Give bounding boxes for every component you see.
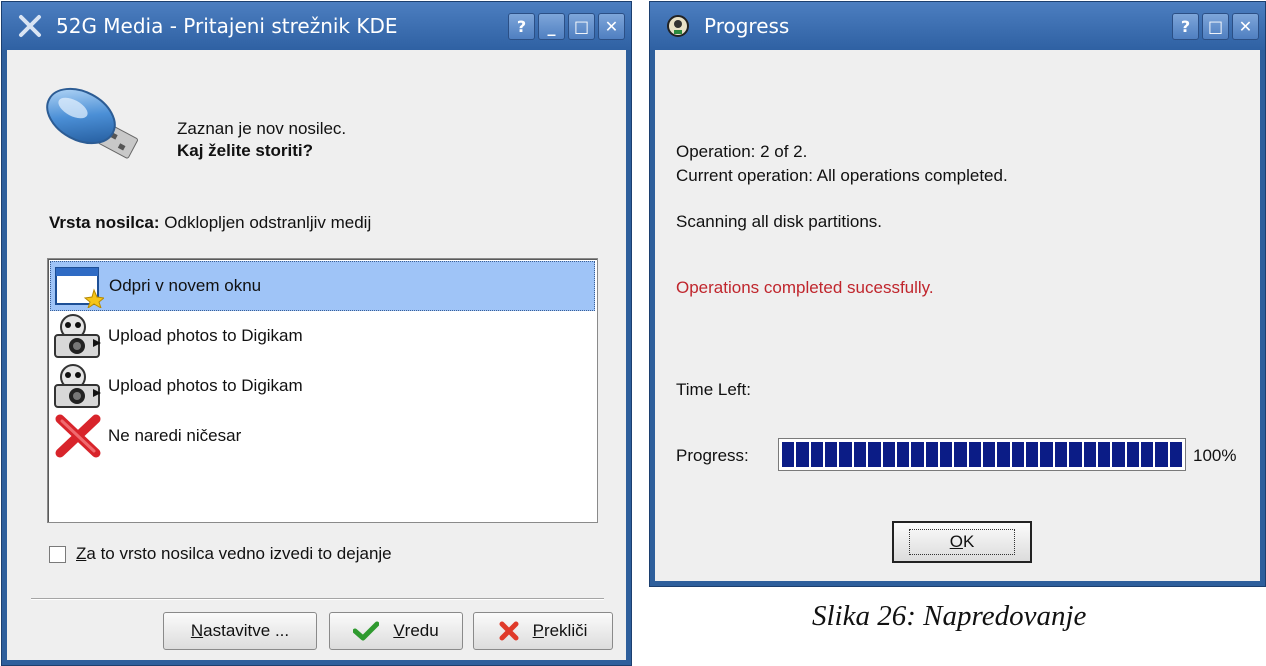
ok-button[interactable]: V redu: [329, 612, 463, 650]
progress-segment: [1169, 442, 1183, 467]
progress-segment: [1011, 442, 1025, 467]
cancel-button-label: rekliči: [543, 621, 588, 640]
action-list[interactable]: Odpri v novem oknu Upload photos to Digi…: [47, 258, 598, 523]
progress-segment: [1040, 442, 1053, 467]
progress-segment: [954, 442, 967, 467]
camera-icon: [50, 312, 106, 360]
mnemonic: V: [393, 621, 405, 640]
progress-bar: [778, 438, 1186, 471]
progress-segment: [983, 442, 996, 467]
list-item-upload-digikam-2[interactable]: Upload photos to Digikam: [50, 361, 595, 411]
progress-segment: [810, 442, 824, 467]
media-type-row: Vrsta nosilca: Odklopljen odstranljiv me…: [49, 213, 371, 233]
ok-button[interactable]: OK: [892, 521, 1032, 563]
progress-segment: [968, 442, 982, 467]
status-text: Scanning all disk partitions.: [676, 212, 883, 231]
new-window-icon: [51, 262, 107, 310]
figure-caption: Slika 26: Napredovanje: [812, 600, 1087, 632]
close-button[interactable]: ✕: [598, 12, 625, 40]
progress-segment: [1026, 442, 1039, 467]
result-text: Operations completed sucessfully.: [676, 278, 934, 297]
list-item-label: Upload photos to Digikam: [108, 376, 303, 395]
maximize-button[interactable]: □: [1202, 12, 1229, 40]
list-item-label: Ne naredi ničesar: [108, 426, 242, 445]
progress-app-icon: [658, 6, 698, 46]
progress-segment: [1155, 442, 1168, 467]
ok-button-label: K: [962, 532, 975, 551]
minimize-button[interactable]: _: [538, 12, 565, 40]
progress-percent: 100%: [1193, 446, 1237, 465]
cancel-button[interactable]: Prekliči: [473, 612, 613, 650]
progress-dialog-titlebar[interactable]: Progress ? □ ✕: [650, 2, 1265, 50]
progress-segment: [1112, 442, 1125, 467]
progress-segment: [1069, 442, 1082, 467]
mnemonic: O: [949, 532, 963, 551]
camera-icon: [50, 362, 106, 410]
detected-text: Zaznan je nov nosilec.: [177, 119, 347, 138]
list-item-open-new-window[interactable]: Odpri v novem oknu: [50, 261, 595, 311]
media-dialog-window: 52G Media - Pritajeni strežnik KDE ? _ □…: [1, 1, 632, 666]
progress-segment: [1097, 442, 1111, 467]
progress-segment: [1054, 442, 1068, 467]
list-item-label: Odpri v novem oknu: [109, 276, 262, 295]
progress-segment: [782, 442, 795, 467]
always-do-label: Za to vrsto nosilca vedno izvedi to deja…: [76, 544, 392, 564]
separator: [31, 598, 604, 600]
usb-drive-icon: [43, 78, 153, 178]
ok-button-label: redu: [404, 621, 439, 640]
settings-button[interactable]: Nastavitve ...: [163, 612, 317, 650]
progress-segment: [1140, 442, 1154, 467]
media-dialog-body: Zaznan je nov nosilec. Kaj želite storit…: [7, 50, 626, 660]
list-item-label: Upload photos to Digikam: [108, 326, 303, 345]
always-do-checkbox[interactable]: [49, 545, 66, 563]
settings-button-label: astavitve ...: [203, 621, 290, 640]
red-x-icon: [50, 412, 106, 460]
progress-segment: [939, 442, 953, 467]
media-type-value: Odklopljen odstranljiv medij: [164, 213, 372, 232]
progress-dialog-title: Progress: [704, 14, 790, 38]
time-left-label: Time Left:: [676, 380, 751, 399]
progress-segment: [911, 442, 924, 467]
media-dialog-titlebar[interactable]: 52G Media - Pritajeni strežnik KDE ? _ □…: [2, 2, 631, 50]
maximize-button[interactable]: □: [568, 12, 595, 40]
progress-segment: [1126, 442, 1139, 467]
mnemonic: N: [190, 621, 204, 640]
progress-dialog-body: Operation: 2 of 2. Current operation: Al…: [655, 50, 1260, 581]
progress-segment: [839, 442, 852, 467]
media-type-label: Vrsta nosilca:: [49, 213, 160, 232]
help-button[interactable]: ?: [508, 12, 535, 40]
media-dialog-title: 52G Media - Pritajeni strežnik KDE: [56, 14, 398, 38]
progress-segment: [853, 442, 867, 467]
progress-segment: [825, 442, 838, 467]
progress-segment: [868, 442, 881, 467]
list-item-upload-digikam-1[interactable]: Upload photos to Digikam: [50, 311, 595, 361]
progress-label: Progress:: [676, 446, 749, 465]
progress-segment: [925, 442, 938, 467]
operation-text: Operation: 2 of 2.: [676, 142, 808, 161]
current-operation-text: Current operation: All operations comple…: [676, 166, 1008, 185]
detected-message: Zaznan je nov nosilec. Kaj želite storit…: [177, 118, 346, 162]
mnemonic: P: [532, 621, 544, 640]
progress-segment: [997, 442, 1010, 467]
help-button[interactable]: ?: [1172, 12, 1199, 40]
always-do-text: a to vrsto nosilca vedno izvedi to dejan…: [86, 544, 392, 563]
progress-segment: [796, 442, 809, 467]
question-text: Kaj želite storiti?: [177, 141, 314, 160]
progress-segment: [882, 442, 895, 467]
close-button[interactable]: ✕: [1232, 12, 1259, 40]
list-item-do-nothing[interactable]: Ne naredi ničesar: [50, 411, 595, 461]
red-x-icon: [499, 621, 519, 641]
checkmark-icon: [353, 621, 380, 641]
progress-segment: [1083, 442, 1096, 467]
progress-dialog-window: Progress ? □ ✕ Operation: 2 of 2. Curren…: [649, 1, 1266, 587]
always-do-checkbox-row[interactable]: Za to vrsto nosilca vedno izvedi to deja…: [49, 544, 392, 564]
mnemonic: Z: [76, 544, 87, 563]
close-x-app-icon: [10, 6, 50, 46]
progress-segment: [896, 442, 910, 467]
